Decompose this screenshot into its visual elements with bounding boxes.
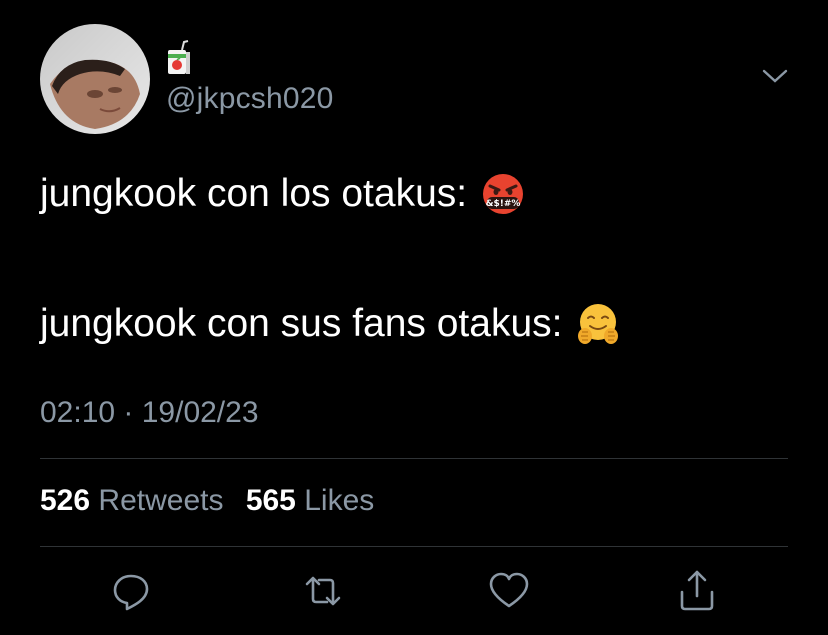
likes-label[interactable]: Likes [304,484,374,517]
juice-box-icon [166,40,192,76]
likes-count[interactable]: 565 [246,484,296,517]
share-icon[interactable] [674,568,720,614]
divider [40,458,788,459]
tweet-line-1-text: jungkook con los otakus: [40,172,468,215]
tweet-timestamp[interactable]: 02:10 · 19/02/23 [40,396,259,430]
chevron-down-icon[interactable] [760,66,790,86]
tweet-text-line-2: jungkook con sus fans otakus: [40,302,620,346]
face-with-symbols-on-mouth-emoji: &$!#% [481,172,525,216]
user-handle[interactable]: @jkpcsh020 [166,82,334,116]
retweets-label[interactable]: Retweets [98,484,223,517]
symbols-text: &$!#% [486,199,521,209]
divider [40,546,788,547]
like-icon[interactable] [486,568,532,614]
tweet-card: @jkpcsh020 jungkook con los otakus: &$!#… [0,0,828,635]
retweets-count[interactable]: 526 [40,484,90,517]
hugging-face-emoji [576,302,620,346]
retweet-icon[interactable] [300,568,346,614]
avatar[interactable] [40,24,150,134]
tweet-text-line-1: jungkook con los otakus: &$!#% [40,172,525,216]
tweet-stats: 526 Retweets 565 Likes [40,484,374,518]
tweet-line-2-text: jungkook con sus fans otakus: [40,302,563,345]
reply-icon[interactable] [108,568,154,614]
